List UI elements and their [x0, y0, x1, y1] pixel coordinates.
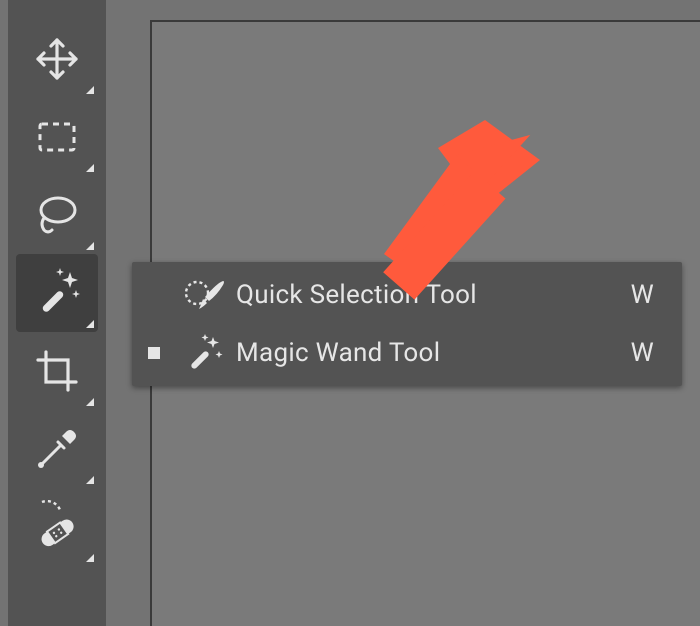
selection-tool-flyout: Quick Selection Tool W Magic Wand Tool W — [132, 262, 682, 386]
spot-healing-brush-tool[interactable] — [16, 488, 98, 566]
active-indicator — [148, 289, 160, 301]
flyout-item-shortcut: W — [631, 280, 654, 310]
magic-wand-icon — [180, 333, 230, 373]
flyout-indicator-icon — [86, 164, 94, 172]
flyout-indicator-icon — [86, 554, 94, 562]
flyout-indicator-icon — [86, 476, 94, 484]
eyedropper-icon — [32, 424, 82, 474]
flyout-item-label: Magic Wand Tool — [230, 338, 631, 368]
tools-panel — [8, 0, 106, 626]
flyout-item-shortcut: W — [631, 338, 654, 368]
rectangular-marquee-tool[interactable] — [16, 98, 98, 176]
eyedropper-tool[interactable] — [16, 410, 98, 488]
flyout-item-quick-selection[interactable]: Quick Selection Tool W — [132, 266, 682, 324]
marquee-icon — [32, 112, 82, 162]
bandage-icon — [30, 500, 84, 554]
crop-icon — [32, 346, 82, 396]
flyout-item-magic-wand[interactable]: Magic Wand Tool W — [132, 324, 682, 382]
flyout-item-label: Quick Selection Tool — [230, 280, 631, 310]
flyout-indicator-icon — [86, 242, 94, 250]
flyout-indicator-icon — [86, 86, 94, 94]
active-indicator — [148, 347, 160, 359]
move-tool[interactable] — [16, 20, 98, 98]
magic-wand-icon — [30, 266, 84, 320]
lasso-tool[interactable] — [16, 176, 98, 254]
crop-tool[interactable] — [16, 332, 98, 410]
flyout-indicator-icon — [86, 398, 94, 406]
lasso-icon — [32, 190, 82, 240]
flyout-indicator-icon — [86, 320, 94, 328]
quick-selection-icon — [180, 275, 230, 315]
move-icon — [32, 34, 82, 84]
selection-tool-group[interactable] — [16, 254, 98, 332]
